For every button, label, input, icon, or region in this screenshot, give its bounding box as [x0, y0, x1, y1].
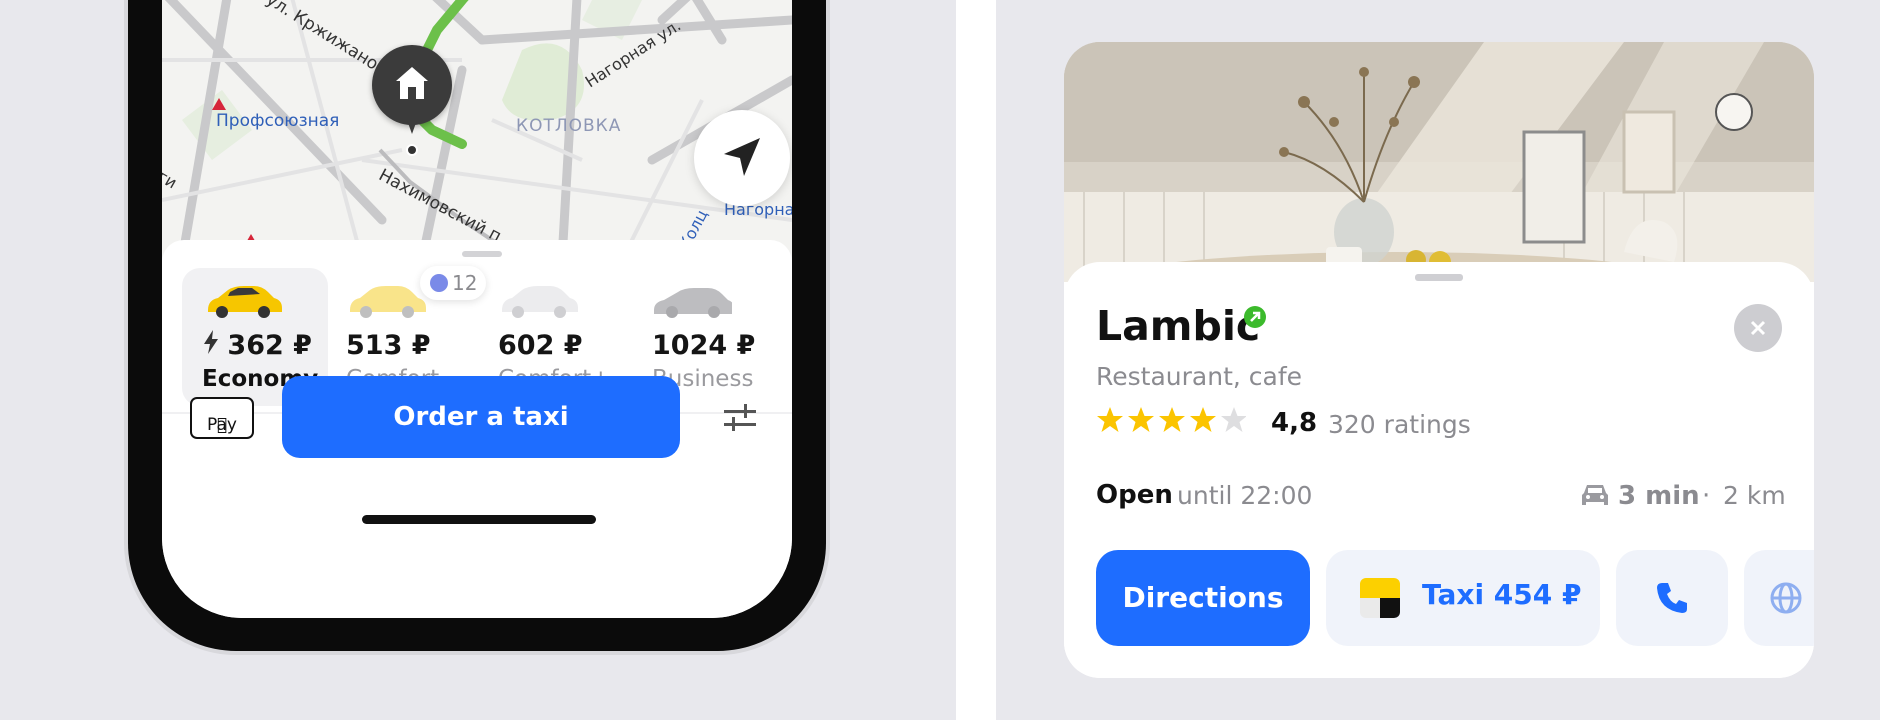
sliders-icon	[724, 404, 756, 431]
apple-pay-text: Pay	[207, 415, 237, 435]
place-panel: Lambic Restaurant, cafe 4,8 320 ratings …	[1064, 262, 1814, 678]
filters-button[interactable]	[720, 398, 760, 438]
website-button[interactable]	[1744, 550, 1814, 646]
business-car-icon	[654, 288, 732, 318]
map-label-metro: Профсоюзная	[216, 111, 340, 131]
phone-frame: ул. Кржижано Профсоюзная КОТЛОВКА Нагорн…	[124, 0, 830, 655]
place-category: Restaurant, cafe	[1096, 362, 1303, 391]
locate-button[interactable]	[694, 110, 790, 206]
place-name: Lambic	[1096, 302, 1261, 350]
phone-icon	[1657, 583, 1687, 613]
close-button[interactable]	[1734, 304, 1782, 352]
close-icon	[1750, 320, 1766, 336]
rating-value: 4,8	[1271, 408, 1318, 438]
comfort-plus-car-icon	[502, 286, 578, 318]
map-label-district: КОТЛОВКА	[516, 116, 622, 136]
star-icon	[1159, 407, 1185, 432]
car-icon	[1582, 485, 1608, 505]
star-icon	[1128, 407, 1154, 432]
photo-illustration	[1064, 42, 1814, 282]
comfort-car-icon	[350, 286, 426, 318]
star-empty-icon	[1221, 407, 1246, 432]
tariff-comfort-price: 513 ₽	[346, 330, 431, 361]
taxi-button-label: Taxi 454 ₽	[1422, 578, 1582, 611]
place-card: Lambic Restaurant, cafe 4,8 320 ratings …	[1064, 42, 1814, 678]
map-view[interactable]: ул. Кржижано Профсоюзная КОТЛОВКА Нагорн…	[162, 0, 792, 260]
dot-separator: ·	[1702, 481, 1711, 511]
pin-point	[406, 144, 418, 156]
globe-icon	[1770, 582, 1802, 614]
directions-button[interactable]: Directions	[1096, 550, 1310, 646]
home-pin[interactable]	[372, 45, 452, 125]
call-button[interactable]	[1616, 550, 1728, 646]
verified-icon	[1244, 306, 1266, 328]
tariff-business-price: 1024 ₽	[652, 330, 756, 361]
place-photo[interactable]	[1064, 42, 1814, 282]
star-icon	[1190, 407, 1216, 432]
economy-car-icon	[208, 286, 282, 318]
phone-screen: ул. Кржижано Профсоюзная КОТЛОВКА Нагорн…	[162, 0, 792, 618]
order-taxi-button[interactable]: Order a taxi	[282, 376, 680, 458]
travel-time: 3 min	[1618, 481, 1700, 511]
navigation-arrow-icon	[724, 138, 760, 176]
ratings-count: 320 ratings	[1328, 410, 1471, 439]
taxi-button[interactable]: Taxi 454 ₽	[1326, 550, 1600, 646]
open-hours: until 22:00	[1177, 481, 1313, 510]
home-indicator[interactable]	[362, 515, 596, 524]
lightning-icon	[204, 330, 218, 361]
apple-pay-button[interactable]: Pay	[190, 397, 254, 439]
distance: 2 km	[1723, 481, 1786, 510]
surge-value: 12	[452, 271, 478, 295]
divider-panel	[956, 0, 996, 720]
panel-grabber[interactable]	[1415, 274, 1463, 281]
star-icon	[1097, 407, 1123, 432]
taxi-logo-icon	[1360, 578, 1400, 618]
home-icon	[396, 67, 428, 99]
tariff-comfort-plus-price: 602 ₽	[498, 330, 583, 361]
rating-stars	[1097, 407, 1246, 432]
surge-badge: 12	[420, 266, 486, 300]
tariff-economy-price-row: 362 ₽	[204, 330, 312, 361]
tariff-economy-price: 362 ₽	[227, 330, 312, 361]
phone-bezel: ул. Кржижано Профсоюзная КОТЛОВКА Нагорн…	[128, 0, 826, 651]
open-status: Open	[1096, 480, 1173, 510]
surge-icon	[430, 274, 448, 292]
sheet-grabber[interactable]	[462, 251, 502, 257]
